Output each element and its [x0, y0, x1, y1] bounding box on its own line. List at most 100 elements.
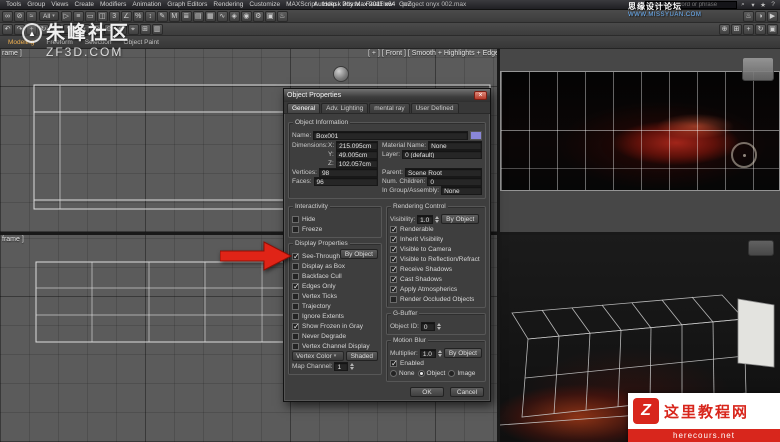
trajectory-checkbox[interactable]: Trajectory	[292, 301, 378, 311]
viewport-label[interactable]: rame ]	[2, 50, 22, 57]
viewcube[interactable]	[748, 240, 774, 256]
window-crossing-toggle-icon[interactable]: ◫	[96, 10, 108, 22]
cast-shadows-checkbox[interactable]: Cast Shadows	[390, 274, 482, 284]
select-and-link-icon[interactable]: ∞	[2, 10, 13, 22]
menu-item[interactable]: Views	[48, 1, 71, 8]
bind-to-space-warp-icon[interactable]: ≈	[26, 10, 37, 22]
display-as-box-checkbox[interactable]: Display as Box	[292, 261, 378, 271]
select-by-name-icon[interactable]: ≡	[72, 10, 84, 22]
orbit-icon[interactable]: ↻	[755, 23, 766, 35]
cancel-button[interactable]: Cancel	[450, 387, 484, 397]
mirror-icon[interactable]: M	[168, 10, 180, 22]
menu-item[interactable]: Tools	[3, 1, 24, 8]
schematic-view-icon[interactable]: ◈	[228, 10, 240, 22]
never-degrade-checkbox[interactable]: Never Degrade	[292, 331, 378, 341]
vertex-channel-dropdown[interactable]: Vertex Color ▾	[292, 351, 344, 361]
dialog-titlebar[interactable]: Object Properties ×	[284, 89, 490, 102]
object-id-spinner[interactable]	[436, 322, 441, 330]
show-frozen-in-gray-checkbox[interactable]: Show Frozen in Gray	[292, 321, 378, 331]
object-name-field[interactable]: Box001	[313, 130, 468, 140]
freeze-checkbox[interactable]: Freeze	[292, 224, 378, 234]
named-selection-sets-icon[interactable]: ▥	[151, 23, 163, 35]
rectangular-selection-region-icon[interactable]: ▭	[84, 10, 96, 22]
menu-item[interactable]: Group	[24, 1, 48, 8]
search-icon[interactable]: ⌕	[739, 1, 747, 9]
graphite-ribbon-toggle-icon[interactable]: ▦	[204, 10, 216, 22]
multiplier-spinner[interactable]	[437, 349, 442, 357]
motion-blur-none-radio[interactable]: None	[390, 369, 415, 377]
material-editor-icon[interactable]: ◉	[240, 10, 252, 22]
render-occluded-objects-checkbox[interactable]: Render Occluded Objects	[390, 294, 482, 304]
menu-item[interactable]: Graph Editors	[164, 1, 210, 8]
receive-shadows-checkbox[interactable]: Receive Shadows	[390, 264, 482, 274]
menu-item[interactable]: Animation	[129, 1, 164, 8]
help-icon[interactable]: ?	[769, 1, 777, 8]
chevron-down-icon[interactable]: ▾	[749, 1, 757, 9]
edit-named-selection-sets-icon[interactable]: ✎	[156, 10, 168, 22]
unlink-selection-icon[interactable]: ⊘	[14, 10, 25, 22]
render-iterative-icon[interactable]: ◑	[755, 10, 766, 22]
layer-manager-icon[interactable]: ▤	[192, 10, 204, 22]
percent-snap-icon[interactable]: %	[132, 10, 144, 22]
render-setup-icon[interactable]: ⚙	[252, 10, 264, 22]
visibility-by-object-button[interactable]: By Object	[441, 214, 480, 224]
map-channel-spinner[interactable]	[350, 362, 355, 370]
selection-filter-dropdown[interactable]: All ▾	[39, 11, 59, 21]
backface-cull-checkbox[interactable]: Backface Cull	[292, 271, 378, 281]
align-icon[interactable]: ≣	[180, 10, 192, 22]
steering-wheel-widget[interactable]	[333, 66, 349, 82]
render-last-icon[interactable]: ▶	[767, 10, 778, 22]
curve-editor-icon[interactable]: ∿	[216, 10, 228, 22]
viewcube[interactable]	[742, 57, 774, 81]
menu-item[interactable]: Create	[72, 1, 98, 8]
viewport-label[interactable]: frame ]	[2, 236, 24, 243]
select-object-icon[interactable]: ▷	[60, 10, 72, 22]
hide-checkbox[interactable]: Hide	[292, 214, 378, 224]
keyboard-override-toggle-icon[interactable]: ⊞	[139, 23, 151, 35]
shaded-button[interactable]: Shaded	[345, 351, 378, 361]
tab-general[interactable]: General	[287, 103, 321, 113]
menu-item[interactable]: Modifiers	[97, 1, 129, 8]
multiplier-field[interactable]: 1.0	[419, 348, 436, 358]
pan-icon[interactable]: +	[743, 23, 754, 35]
viewport-front[interactable]	[500, 49, 780, 232]
spinner-snap-icon[interactable]: ↕	[144, 10, 156, 22]
close-icon[interactable]: ×	[474, 91, 487, 100]
visible-to-camera-checkbox[interactable]: Visible to Camera	[390, 244, 482, 254]
menu-item[interactable]: Rendering	[210, 1, 246, 8]
motion-blur-by-object-button[interactable]: By Object	[443, 348, 482, 358]
snap-toggle-icon[interactable]: 3	[108, 10, 120, 22]
render-production-icon[interactable]: ♨	[276, 10, 288, 22]
object-id-field[interactable]: 0	[420, 321, 435, 331]
vertex-channel-display-checkbox[interactable]: Vertex Channel Display	[292, 341, 378, 351]
map-channel-field[interactable]: 1	[334, 361, 349, 371]
inherit-visibility-checkbox[interactable]: Inherit Visibility	[390, 234, 482, 244]
renderable-checkbox[interactable]: Renderable	[390, 224, 482, 234]
ok-button[interactable]: OK	[410, 387, 444, 397]
tab-mental-ray[interactable]: mental ray	[369, 103, 410, 113]
edges-only-checkbox[interactable]: Edges Only	[292, 281, 378, 291]
undo-icon[interactable]: ↶	[2, 23, 13, 35]
motion-blur-object-radio[interactable]: Object	[417, 369, 445, 377]
zoom-extents-icon[interactable]: ⊞	[731, 23, 742, 35]
visible-to-reflection-refraction-checkbox[interactable]: Visible to Reflection/Refraction	[390, 254, 482, 264]
visibility-spinner[interactable]	[435, 215, 440, 223]
display-by-object-button[interactable]: By Object	[339, 249, 378, 259]
apply-atmospherics-checkbox[interactable]: Apply Atmospherics	[390, 284, 482, 294]
rendered-frame-window-icon[interactable]: ▣	[264, 10, 276, 22]
favorites-star-icon[interactable]: ★	[759, 1, 767, 9]
motion-blur-image-radio[interactable]: Image	[448, 369, 475, 377]
angle-snap-icon[interactable]: ∠	[120, 10, 132, 22]
menu-item[interactable]: Customize	[246, 1, 283, 8]
vertex-ticks-checkbox[interactable]: Vertex Ticks	[292, 291, 378, 301]
object-color-swatch[interactable]	[470, 130, 482, 140]
render-shortcut-icon[interactable]: ♨	[743, 10, 754, 22]
motion-blur-enabled-checkbox[interactable]: Enabled	[390, 358, 482, 368]
front-viewport-label[interactable]: [ + ] [ Front ] [ Smooth + Highlights + …	[368, 50, 497, 57]
tab-adv-lighting[interactable]: Adv. Lighting	[321, 103, 369, 113]
maximize-viewport-toggle-icon[interactable]: ▣	[767, 23, 778, 35]
zoom-icon[interactable]: ⊕	[719, 23, 730, 35]
ignore-extents-checkbox[interactable]: Ignore Extents	[292, 311, 378, 321]
visibility-field[interactable]: 1.0	[417, 214, 434, 224]
tab-user-defined[interactable]: User Defined	[410, 103, 459, 113]
